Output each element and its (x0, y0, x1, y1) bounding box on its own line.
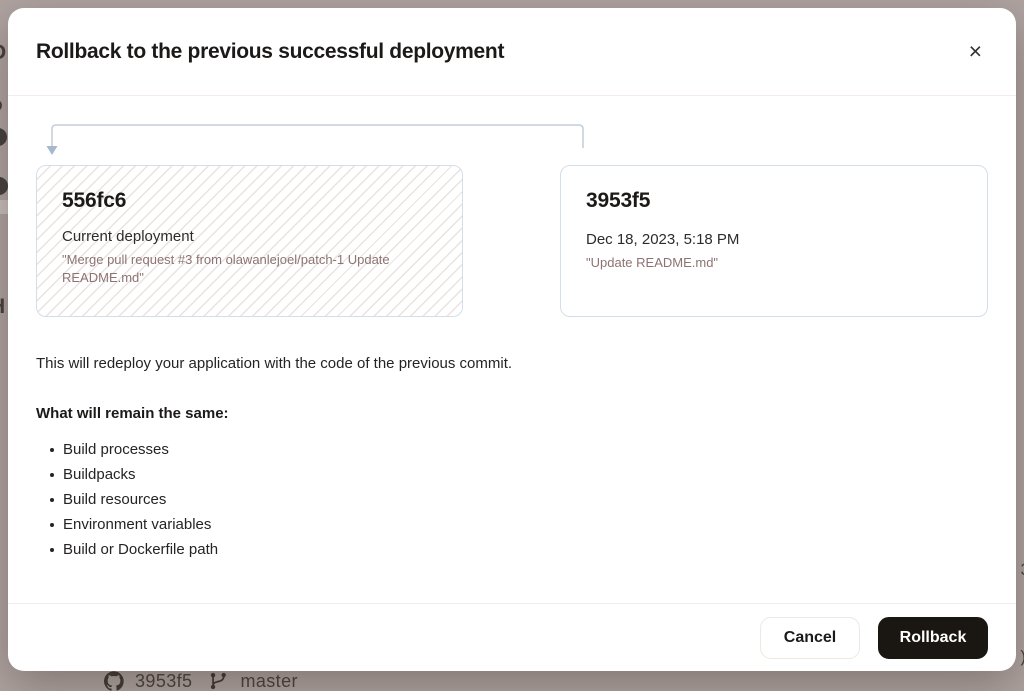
rollback-button[interactable]: Rollback (878, 617, 988, 659)
list-item: Build processes (63, 437, 988, 462)
redeploy-description: This will redeploy your application with… (36, 354, 988, 374)
bg-branch-name: master (240, 671, 297, 691)
list-item: Build or Dockerfile path (63, 537, 988, 562)
close-icon[interactable]: × (963, 38, 988, 65)
list-item: Build resources (63, 487, 988, 512)
rollback-arrow-connector (8, 96, 1016, 166)
current-commit-hash: 556fc6 (62, 189, 437, 213)
bg-commit-hash: 3953f5 (135, 671, 192, 691)
dimmed-deployment-row: 3953f5 master (104, 671, 298, 691)
github-icon (104, 671, 124, 691)
bg-divider-fragment (0, 200, 8, 214)
bg-letter-fragment: D (0, 99, 3, 115)
dialog-title: Rollback to the previous successful depl… (36, 40, 504, 64)
dimmed-page-left-edge: D D H (0, 0, 8, 686)
bg-letter-fragment: 3 (1021, 561, 1024, 578)
dialog-header: Rollback to the previous successful depl… (8, 8, 1016, 96)
previous-commit-hash: 3953f5 (586, 189, 962, 213)
bg-letter-fragment: D (0, 42, 6, 63)
list-item: Environment variables (63, 512, 988, 537)
current-deployment-card: 556fc6 Current deployment "Merge pull re… (36, 165, 463, 317)
bg-letter-fragment: H (0, 296, 5, 317)
rollback-dialog: Rollback to the previous successful depl… (8, 8, 1016, 671)
current-commit-message: "Merge pull request #3 from olawanlejoel… (62, 251, 437, 287)
cancel-button[interactable]: Cancel (760, 617, 860, 659)
dimmed-page-right-edge: 3 ) (1017, 0, 1024, 686)
bg-letter-fragment: ) (1020, 648, 1024, 665)
previous-commit-message: "Update README.md" (586, 254, 962, 272)
list-item: Buildpacks (63, 462, 988, 487)
bg-icon-fragment (0, 177, 8, 195)
remain-same-list: Build processes Buildpacks Build resourc… (36, 437, 988, 562)
dialog-footer: Cancel Rollback (8, 603, 1016, 671)
deployment-cards: 556fc6 Current deployment "Merge pull re… (36, 165, 988, 317)
previous-deployment-card: 3953f5 Dec 18, 2023, 5:18 PM "Update REA… (560, 165, 988, 317)
remain-same-heading: What will remain the same: (36, 404, 988, 424)
current-deployment-label: Current deployment (62, 227, 437, 246)
bg-icon-fragment (0, 128, 7, 146)
previous-deployment-timestamp: Dec 18, 2023, 5:18 PM (586, 230, 962, 249)
branch-icon (209, 671, 229, 691)
dialog-body: 556fc6 Current deployment "Merge pull re… (8, 96, 1016, 603)
